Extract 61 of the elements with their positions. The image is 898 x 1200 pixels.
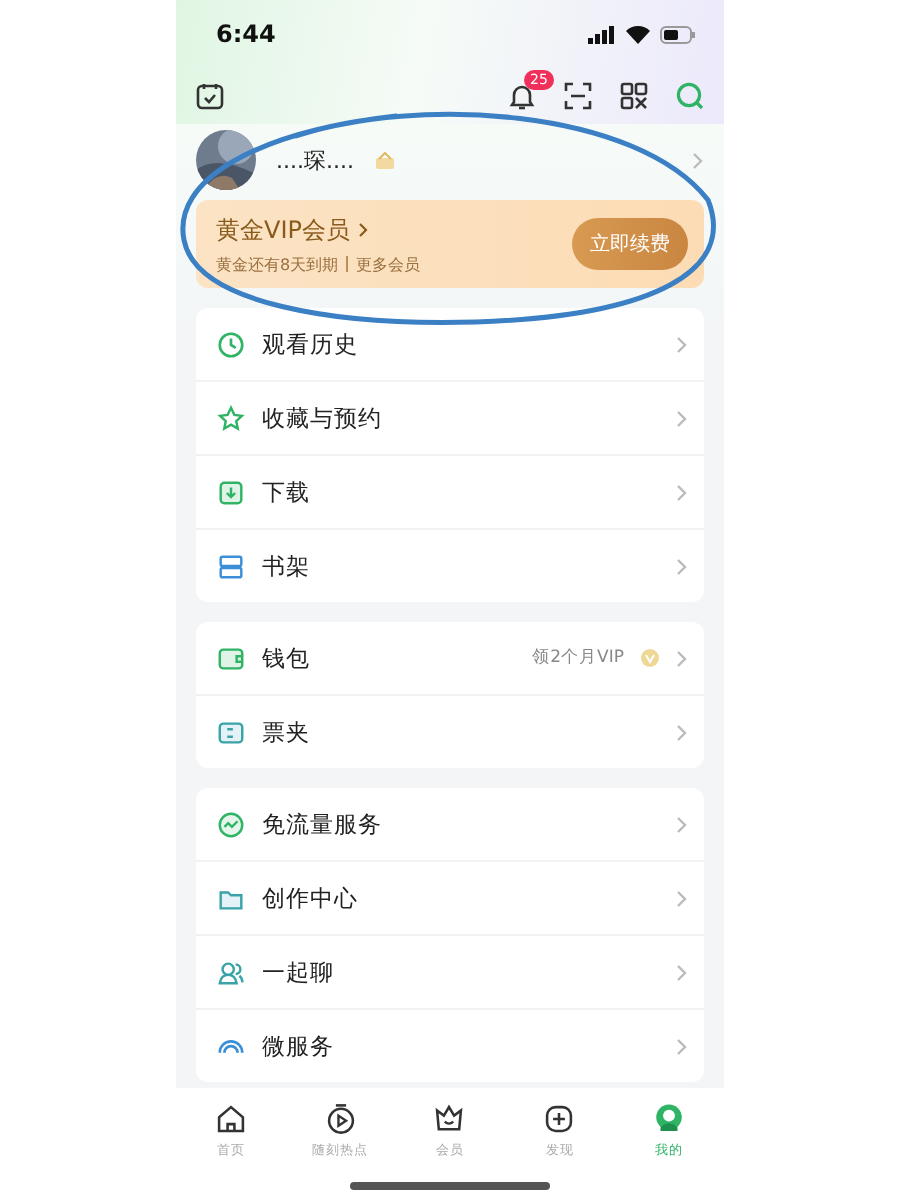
- chevron-icon: [676, 815, 688, 833]
- menu-item-icon: [216, 477, 246, 507]
- more-vip-link[interactable]: 更多会员: [356, 253, 421, 275]
- tab-icon: [652, 1102, 687, 1136]
- menu-item[interactable]: 钱包 领2个月VIP: [196, 622, 704, 694]
- vip-title[interactable]: 黄金VIP会员: [216, 213, 350, 247]
- menu-item-label: 观看历史: [262, 329, 360, 359]
- chevron-icon: [676, 723, 688, 741]
- chevron-icon: [676, 963, 688, 981]
- tab-icon: [542, 1102, 577, 1136]
- menu-item-icon: [216, 329, 246, 359]
- menu-item-label: 一起聊: [262, 957, 336, 987]
- menu-item[interactable]: 创作中心: [196, 860, 704, 934]
- chevron-icon: [676, 335, 688, 353]
- tab-icon: [432, 1102, 467, 1136]
- menu-item[interactable]: 书架: [196, 528, 704, 602]
- user-name: ....琛....: [276, 145, 354, 175]
- menu-item-label: 微服务: [262, 1031, 336, 1061]
- menu-item[interactable]: 观看历史: [196, 308, 704, 380]
- tab-icon: [323, 1102, 358, 1136]
- chevron-icon: [676, 649, 688, 667]
- coin-icon: [640, 648, 660, 668]
- menu-item-label: 下载: [262, 477, 312, 507]
- status-time: 6:44: [216, 20, 276, 48]
- wifi-icon: [626, 25, 650, 43]
- menu-item-icon: [216, 717, 246, 747]
- chevron-icon: [357, 222, 368, 238]
- qr-code-icon[interactable]: [620, 82, 648, 110]
- vip-expiry: 黄金还有8天到期: [216, 253, 339, 275]
- vip-card[interactable]: 黄金VIP会员 黄金还有8天到期 更多会员 立即续费: [196, 200, 704, 288]
- scan-icon[interactable]: [564, 82, 592, 110]
- menu-item-label: 免流量服务: [262, 809, 384, 839]
- chevron-icon: [676, 483, 688, 501]
- menu-item-label: 收藏与预约: [262, 403, 384, 433]
- menu-item[interactable]: 收藏与预约: [196, 380, 704, 454]
- chevron-icon: [676, 1037, 688, 1055]
- menu-item[interactable]: 一起聊: [196, 934, 704, 1008]
- tab-icon: [213, 1102, 248, 1136]
- signal-icon: [588, 25, 616, 43]
- battery-icon: [660, 25, 696, 43]
- menu-item[interactable]: 免流量服务: [196, 788, 704, 860]
- chevron-icon: [676, 409, 688, 427]
- bell-icon[interactable]: [508, 82, 536, 110]
- menu-item-label: 票夹: [262, 717, 312, 747]
- chevron-icon: [676, 557, 688, 575]
- menu-item-icon: [216, 957, 246, 987]
- calendar-check-icon[interactable]: [196, 82, 224, 110]
- menu-item[interactable]: 下载: [196, 454, 704, 528]
- menu-item-note: 领2个月VIP: [532, 646, 624, 670]
- menu-item-icon: [216, 809, 246, 839]
- menu-item-icon: [216, 551, 246, 581]
- chevron-icon: [692, 151, 704, 169]
- menu-item[interactable]: 票夹: [196, 694, 704, 768]
- menu-item-label: 钱包: [262, 643, 312, 673]
- menu-item-icon: [216, 403, 246, 433]
- menu-item-label: 书架: [262, 551, 312, 581]
- menu-item-icon: [216, 643, 246, 673]
- badge-icon: [373, 151, 396, 169]
- chevron-icon: [676, 889, 688, 907]
- menu-item-label: 创作中心: [262, 883, 360, 913]
- menu-item[interactable]: 微服务: [196, 1008, 704, 1082]
